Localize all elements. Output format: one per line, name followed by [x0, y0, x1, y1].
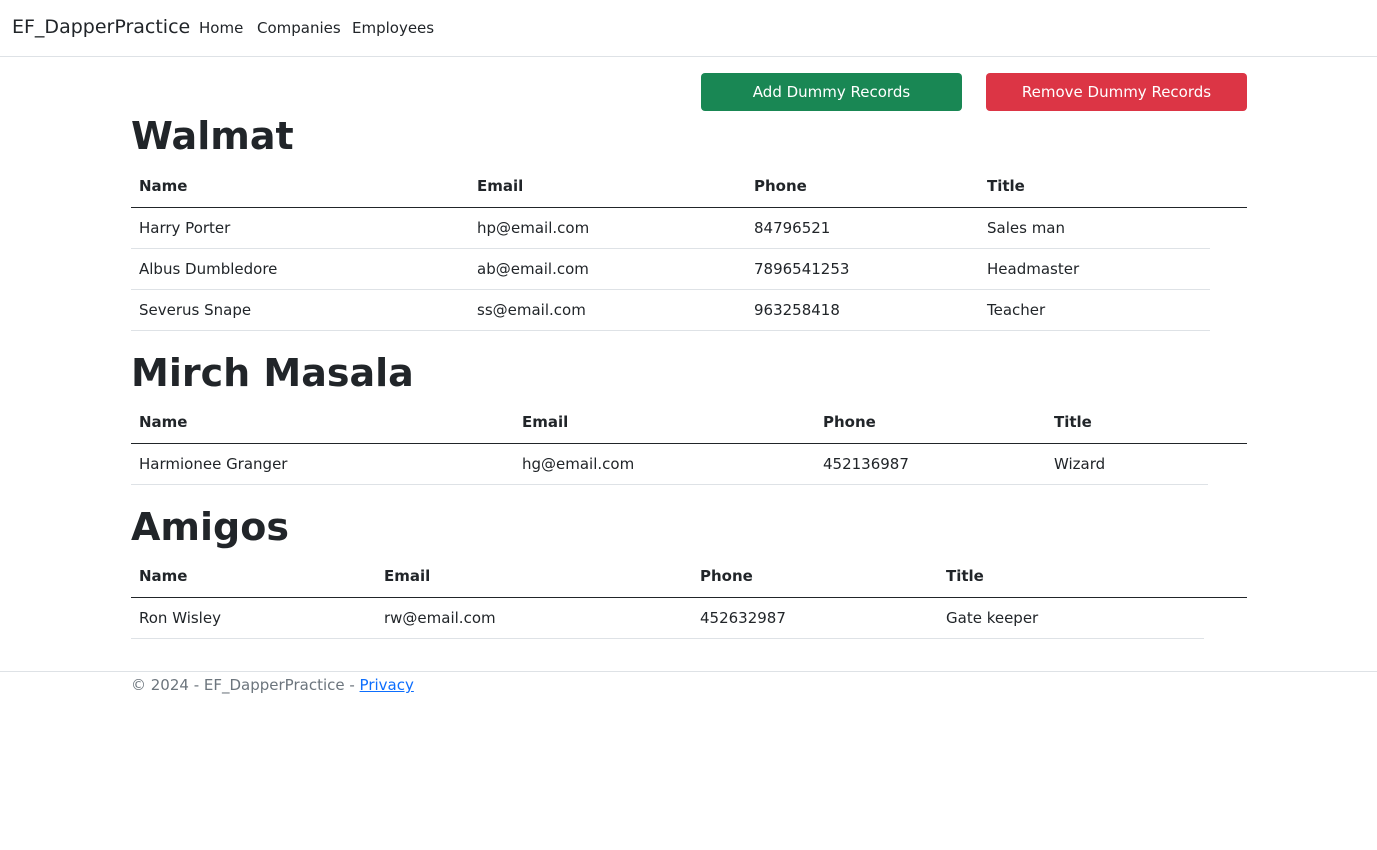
column-header-email: Email: [477, 177, 524, 195]
cell-phone: 452632987: [700, 609, 786, 627]
column-header-name: Name: [139, 567, 188, 585]
column-header-email: Email: [384, 567, 431, 585]
cell-phone: 963258418: [754, 301, 840, 319]
cell-email: hg@email.com: [522, 455, 635, 473]
add-dummy-records-button[interactable]: Add Dummy Records: [701, 73, 962, 111]
company-title-amigos: Amigos: [131, 505, 289, 549]
privacy-link[interactable]: Privacy: [360, 676, 414, 694]
cell-phone: 84796521: [754, 219, 831, 237]
cell-email: ab@email.com: [477, 260, 589, 278]
column-header-email: Email: [522, 413, 569, 431]
employee-table-walmat: Name Email Phone Title Harry Porter hp@e…: [131, 167, 1247, 331]
company-title-mirch-masala: Mirch Masala: [131, 351, 414, 395]
table-row: Severus Snape ss@email.com 963258418 Tea…: [131, 290, 1210, 331]
cell-name: Albus Dumbledore: [139, 260, 278, 278]
cell-name: Harmionee Granger: [139, 455, 288, 473]
employee-table-mirch-masala: Name Email Phone Title Harmionee Granger…: [131, 403, 1247, 485]
cell-title: Wizard: [1054, 455, 1106, 473]
column-header-title: Title: [946, 567, 984, 585]
cell-title: Sales man: [987, 219, 1066, 237]
navbar: EF_DapperPractice Home Companies Employe…: [0, 0, 1377, 57]
table-header: Name Email Phone Title: [131, 557, 1247, 598]
column-header-name: Name: [139, 413, 188, 431]
column-header-phone: Phone: [700, 567, 753, 585]
footer-text: © 2024 - EF_DapperPractice - Privacy: [131, 676, 414, 694]
cell-name: Ron Wisley: [139, 609, 221, 627]
nav-link-companies[interactable]: Companies: [257, 19, 341, 37]
nav-link-home[interactable]: Home: [199, 19, 243, 37]
table-row: Ron Wisley rw@email.com 452632987 Gate k…: [131, 598, 1204, 639]
column-header-name: Name: [139, 177, 188, 195]
column-header-phone: Phone: [754, 177, 807, 195]
cell-name: Harry Porter: [139, 219, 231, 237]
table-header: Name Email Phone Title: [131, 167, 1247, 208]
column-header-title: Title: [1054, 413, 1092, 431]
cell-name: Severus Snape: [139, 301, 252, 319]
cell-phone: 7896541253: [754, 260, 850, 278]
table-row: Harmionee Granger hg@email.com 452136987…: [131, 444, 1208, 485]
cell-email: ss@email.com: [477, 301, 586, 319]
cell-title: Gate keeper: [946, 609, 1039, 627]
copyright-text: © 2024 - EF_DapperPractice -: [131, 676, 360, 694]
cell-title: Teacher: [987, 301, 1046, 319]
column-header-phone: Phone: [823, 413, 876, 431]
table-header: Name Email Phone Title: [131, 403, 1247, 444]
brand-link[interactable]: EF_DapperPractice: [12, 16, 190, 38]
column-header-title: Title: [987, 177, 1025, 195]
table-row: Harry Porter hp@email.com 84796521 Sales…: [131, 208, 1210, 249]
cell-email: rw@email.com: [384, 609, 496, 627]
table-row: Albus Dumbledore ab@email.com 7896541253…: [131, 249, 1210, 290]
remove-dummy-records-button[interactable]: Remove Dummy Records: [986, 73, 1247, 111]
cell-email: hp@email.com: [477, 219, 590, 237]
footer: © 2024 - EF_DapperPractice - Privacy: [0, 671, 1377, 731]
cell-phone: 452136987: [823, 455, 909, 473]
company-title-walmat: Walmat: [131, 114, 294, 158]
nav-link-employees[interactable]: Employees: [352, 19, 434, 37]
cell-title: Headmaster: [987, 260, 1080, 278]
employee-table-amigos: Name Email Phone Title Ron Wisley rw@ema…: [131, 557, 1247, 639]
